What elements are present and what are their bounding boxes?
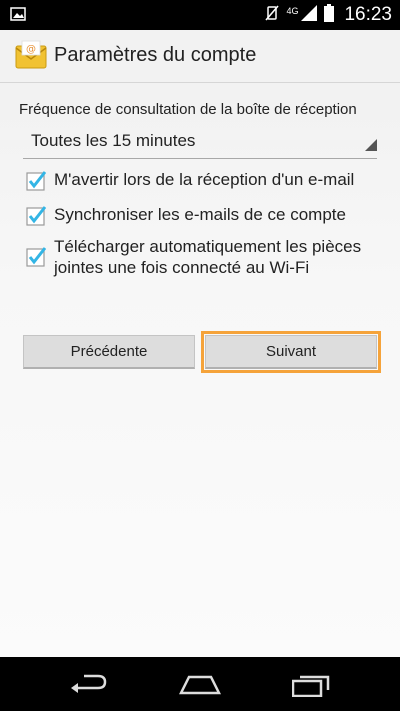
checkbox-sync[interactable] <box>26 206 47 231</box>
battery-icon <box>324 3 335 27</box>
navigation-bar <box>0 657 400 711</box>
checkbox-sync-label: Synchroniser les e-mails de ce compte <box>54 205 346 224</box>
signal-icon <box>300 4 318 27</box>
back-icon[interactable] <box>70 673 108 700</box>
frequency-label: Fréquence de consultation de la boîte de… <box>19 101 357 118</box>
recents-icon[interactable] <box>291 673 330 702</box>
image-notification-icon <box>10 6 26 27</box>
next-button[interactable]: Suivant <box>201 331 381 373</box>
clock: 16:23 <box>344 4 392 25</box>
checkbox-sync-row[interactable]: Synchroniser les e-mails de ce compte <box>26 204 376 230</box>
status-bar: 4G 16:23 <box>0 0 400 30</box>
mute-icon <box>264 4 280 27</box>
page-title: Paramètres du compte <box>54 44 257 66</box>
checkbox-download[interactable] <box>26 247 47 272</box>
checkbox-notify[interactable] <box>26 171 47 196</box>
frequency-spinner[interactable]: Toutes les 15 minutes <box>23 128 377 159</box>
checkbox-download-row[interactable]: Télécharger automatiquement les pièces j… <box>26 236 376 282</box>
email-app-icon[interactable]: @ <box>15 40 47 75</box>
checkbox-notify-label: M'avertir lors de la réception d'un e-ma… <box>54 170 355 189</box>
checkbox-notify-row[interactable]: M'avertir lors de la réception d'un e-ma… <box>26 169 376 195</box>
spinner-arrow-icon <box>365 138 377 156</box>
home-icon[interactable] <box>178 673 222 700</box>
checkbox-download-label: Télécharger automatiquement les pièces j… <box>54 237 362 277</box>
app-screen: @ Paramètres du compte Fréquence de cons… <box>0 30 400 657</box>
frequency-value: Toutes les 15 minutes <box>31 131 196 150</box>
previous-button[interactable]: Précédente <box>23 335 195 369</box>
action-bar: @ Paramètres du compte <box>0 30 400 83</box>
network-type-label: 4G <box>286 6 299 16</box>
svg-text:@: @ <box>26 44 36 55</box>
